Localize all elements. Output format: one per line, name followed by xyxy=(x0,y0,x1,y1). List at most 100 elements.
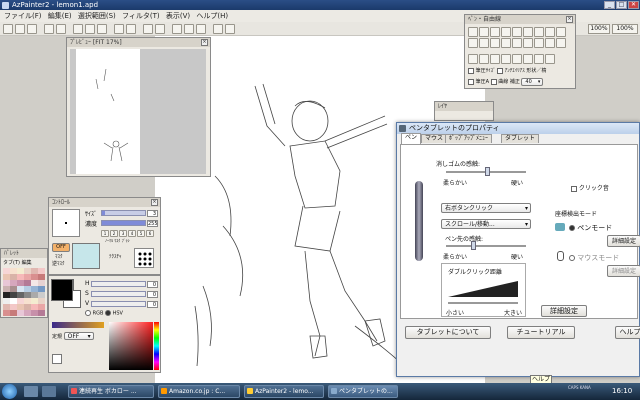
preset-5-button[interactable]: 5 xyxy=(137,230,145,237)
hue-strip[interactable] xyxy=(154,322,159,370)
brush-tool-icon[interactable] xyxy=(479,27,489,37)
palette-swatch[interactable] xyxy=(3,310,10,316)
rect-select-icon[interactable] xyxy=(501,38,511,48)
antialias-checkbox[interactable] xyxy=(497,67,504,74)
mode-normal[interactable]: ﾉｰﾏﾙ xyxy=(105,238,113,243)
task-vocaloid[interactable]: 連続再生 ボカロー ... xyxy=(68,385,154,398)
dotpen-tool-icon[interactable] xyxy=(512,27,522,37)
eraser-tool-icon[interactable] xyxy=(501,27,511,37)
polygon-icon[interactable] xyxy=(523,54,533,64)
fill-ellipse-icon[interactable] xyxy=(545,54,555,64)
zoom-out-icon[interactable] xyxy=(155,24,165,34)
mouse-mode-radio[interactable] xyxy=(569,255,575,261)
gradient-bar[interactable] xyxy=(52,322,104,328)
flip-icon[interactable] xyxy=(196,24,206,34)
pen-mode-detail-button[interactable]: 詳細設定 xyxy=(607,235,640,247)
rect-icon[interactable] xyxy=(501,54,511,64)
palette-edit-tab[interactable]: 編集 xyxy=(22,260,32,266)
double-click-slider[interactable] xyxy=(448,302,518,304)
close-icon[interactable]: × xyxy=(151,199,158,206)
size-slider[interactable] xyxy=(101,210,146,216)
preset-2-button[interactable]: 2 xyxy=(110,230,118,237)
about-tablet-button[interactable]: タブレットについて xyxy=(405,326,491,339)
palette-swatch[interactable] xyxy=(24,310,31,316)
cut-icon[interactable] xyxy=(73,24,83,34)
grid-icon[interactable] xyxy=(213,24,223,34)
pressure-alpha-checkbox[interactable] xyxy=(468,78,474,85)
task-azpainter[interactable]: AzPainter2 - lemo... xyxy=(244,385,324,398)
menu-view[interactable]: 表示(V) xyxy=(166,12,190,20)
quicklaunch-icon[interactable] xyxy=(24,386,38,397)
tutorial-button[interactable]: チュートリアル xyxy=(507,326,575,339)
rgb-radio[interactable] xyxy=(85,310,91,316)
palette-swatch[interactable] xyxy=(31,310,38,316)
layer-icon[interactable] xyxy=(225,24,235,34)
freehand-icon[interactable] xyxy=(468,54,478,64)
dropper-tool-icon[interactable] xyxy=(468,38,478,48)
preview-area[interactable] xyxy=(70,49,206,174)
menu-help[interactable]: ヘルプ(H) xyxy=(196,12,228,20)
sv-color-picker[interactable] xyxy=(109,322,153,370)
task-amazon[interactable]: Amazon.co.jp : C... xyxy=(158,385,240,398)
zoom-100-button[interactable]: 100% xyxy=(588,24,610,34)
fill-rect-icon[interactable] xyxy=(534,54,544,64)
palette-swatch[interactable] xyxy=(10,310,17,316)
open-file-icon[interactable] xyxy=(15,24,25,34)
close-button[interactable]: ✕ xyxy=(628,1,639,9)
v-slider[interactable] xyxy=(91,301,146,307)
quicklaunch-icon-2[interactable] xyxy=(42,386,56,397)
palette-swatch[interactable] xyxy=(17,310,24,316)
s-slider[interactable] xyxy=(91,291,146,297)
tab-mouse[interactable]: マウス xyxy=(421,134,448,143)
zoom-in-icon[interactable] xyxy=(143,24,153,34)
start-button-icon[interactable] xyxy=(2,384,17,399)
airbrush-tool-icon[interactable] xyxy=(490,27,500,37)
foreground-color-front[interactable] xyxy=(51,279,73,301)
eyedropper-icon[interactable] xyxy=(52,354,62,364)
correction-select[interactable]: 40 xyxy=(521,78,544,86)
finger-tool-icon[interactable] xyxy=(534,27,544,37)
gradient-tool-icon[interactable] xyxy=(556,27,566,37)
tab-popup-menu[interactable]: ﾎﾟｯﾌﾟｱｯﾌﾟﾒﾆｭｰ xyxy=(445,134,493,143)
density-slider[interactable] xyxy=(101,220,146,226)
deselect-icon[interactable] xyxy=(126,24,136,34)
tab-tablet[interactable]: タブレット xyxy=(501,134,540,143)
click-sound-checkbox[interactable] xyxy=(571,185,577,192)
bezier-icon[interactable] xyxy=(490,54,500,64)
mouse-mode-detail-button[interactable]: 詳細設定 xyxy=(607,265,640,277)
new-file-icon[interactable] xyxy=(3,24,13,34)
select-icon[interactable] xyxy=(114,24,124,34)
mode-mask[interactable]: ﾏｽｸ xyxy=(114,238,120,243)
mask-preview[interactable] xyxy=(72,243,100,269)
move-tool-icon[interactable] xyxy=(479,38,489,48)
menu-edit[interactable]: 編集(E) xyxy=(48,12,72,20)
rotate-tool-icon[interactable] xyxy=(534,38,544,48)
curve-checkbox[interactable] xyxy=(490,78,497,85)
preset-3-button[interactable]: 3 xyxy=(119,230,127,237)
hand-tool-icon[interactable] xyxy=(556,38,566,48)
close-icon[interactable]: × xyxy=(566,16,573,23)
h-slider[interactable] xyxy=(91,281,146,287)
pen-tool-icon[interactable] xyxy=(468,27,478,37)
task-tablet-properties[interactable]: ペンタブレットの... xyxy=(328,385,398,398)
palette-swatch[interactable] xyxy=(38,310,45,316)
mode-brush[interactable]: ﾌﾞﾗｼ xyxy=(122,238,130,243)
preset-4-button[interactable]: 4 xyxy=(128,230,136,237)
menu-selection[interactable]: 選択範囲(S) xyxy=(78,12,116,20)
mask-off-button[interactable]: OFF xyxy=(52,243,70,252)
maximize-button[interactable]: □ xyxy=(616,1,627,9)
ime-status[interactable]: CAPS KANA xyxy=(568,385,591,390)
minimize-button[interactable]: _ xyxy=(604,1,615,9)
palette-tab[interactable]: タブ(T) xyxy=(3,260,20,266)
menu-file[interactable]: ファイル(F) xyxy=(4,12,42,20)
rotate-right-icon[interactable] xyxy=(184,24,194,34)
clock[interactable]: 16:10 xyxy=(612,387,632,395)
lasso-tool-icon[interactable] xyxy=(490,38,500,48)
tip-slider-thumb[interactable] xyxy=(471,241,476,250)
stamp-tool-icon[interactable] xyxy=(512,38,522,48)
menu-filter[interactable]: フィルタ(T) xyxy=(122,12,160,20)
line-icon[interactable] xyxy=(479,54,489,64)
fill-tool-icon[interactable] xyxy=(545,27,555,37)
detail-settings-button[interactable]: 詳細設定 xyxy=(541,305,587,317)
pen-mode-radio[interactable] xyxy=(569,225,575,231)
